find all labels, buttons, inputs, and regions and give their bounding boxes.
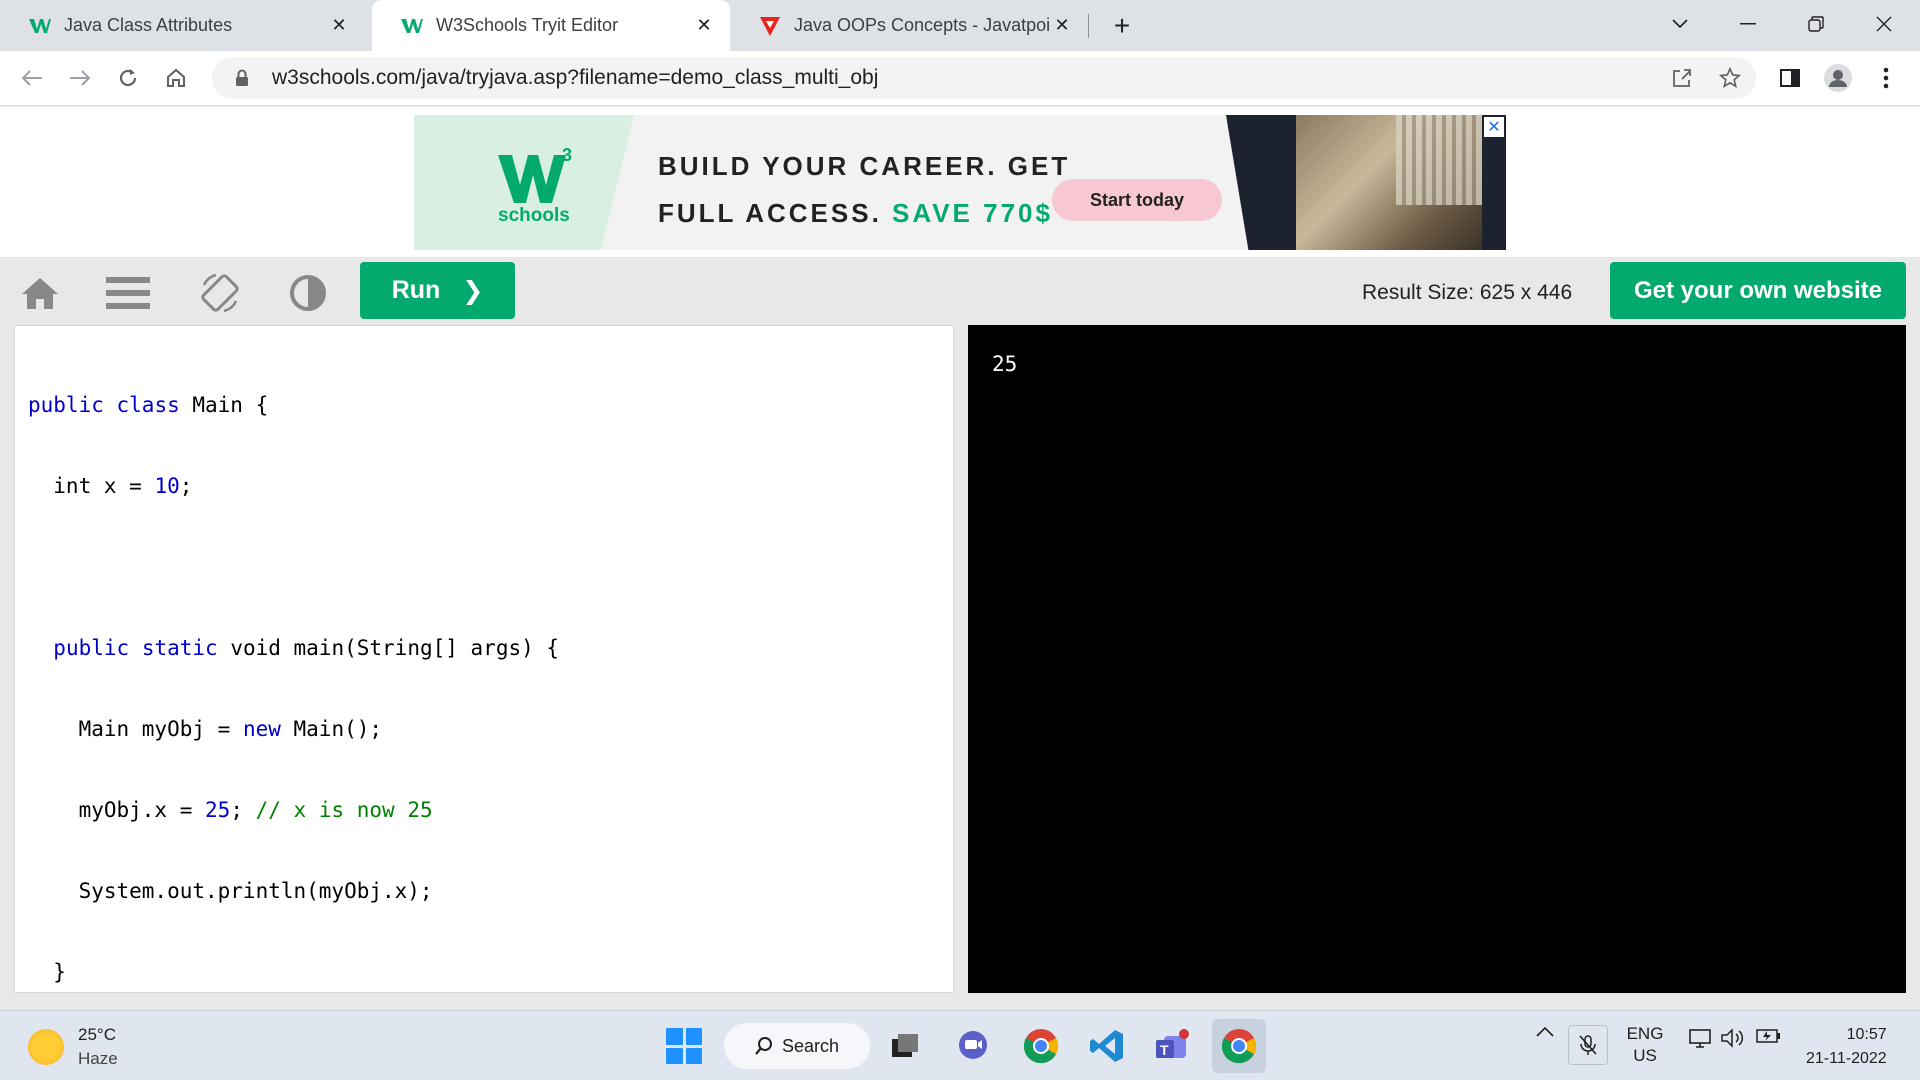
tab-strip: Java Class Attributes ✕ W3Schools Tryit … xyxy=(0,0,1920,51)
share-icon[interactable] xyxy=(1664,60,1700,96)
code-line-6: myObj.x = 25; // x is now 25 xyxy=(28,798,433,822)
mic-muted-icon[interactable] xyxy=(1568,1025,1608,1065)
tab-separator xyxy=(1088,14,1089,38)
clock-time: 10:57 xyxy=(1846,1026,1887,1043)
language-top: ENG xyxy=(1626,1024,1664,1043)
address-bar[interactable]: w3schools.com/java/tryjava.asp?filename=… xyxy=(212,57,1756,99)
tab-java-class-attributes[interactable]: Java Class Attributes ✕ xyxy=(0,0,365,51)
code-line-4: public static void main(String[] args) { xyxy=(53,636,560,660)
ad-close-icon[interactable]: ✕ xyxy=(1484,117,1504,137)
menu-icon[interactable] xyxy=(104,269,152,317)
tryit-toolbar: Run ❯ Result Size: 625 x 446 Get your ow… xyxy=(0,257,1920,325)
minimize-icon[interactable] xyxy=(1728,8,1768,40)
weather-condition: Haze xyxy=(78,1049,118,1068)
ad-save-text: SAVE 770$ xyxy=(892,198,1053,228)
tab-w3schools-tryit-editor[interactable]: W3Schools Tryit Editor ✕ xyxy=(372,0,730,51)
chrome-active-icon[interactable] xyxy=(1212,1019,1266,1073)
taskbar-search-button[interactable]: Search xyxy=(724,1023,870,1069)
get-your-own-website-button[interactable]: Get your own website xyxy=(1610,262,1906,319)
w3schools-icon xyxy=(28,14,52,38)
volume-icon[interactable] xyxy=(1718,1027,1748,1049)
svg-text:3: 3 xyxy=(562,145,572,165)
windows-taskbar: 25°C Haze Search T ENG US 10:57 21-11-20… xyxy=(0,1010,1920,1080)
new-tab-button[interactable]: + xyxy=(1106,10,1138,42)
chevron-right-icon: ❯ xyxy=(462,276,484,305)
back-icon[interactable] xyxy=(14,60,50,96)
windows-start-icon[interactable] xyxy=(666,1028,702,1064)
home-icon[interactable] xyxy=(16,269,64,317)
side-panel-icon[interactable] xyxy=(1772,60,1808,96)
run-button[interactable]: Run ❯ xyxy=(360,262,515,319)
tab-title: W3Schools Tryit Editor xyxy=(436,15,619,35)
ad-photo xyxy=(1226,115,1506,250)
battery-icon[interactable] xyxy=(1752,1027,1782,1045)
teams-icon[interactable]: T xyxy=(1152,1025,1194,1067)
code-editor[interactable]: public class Main { int x = 10; public s… xyxy=(14,325,954,1065)
code-line-1: public class Main { xyxy=(28,393,269,417)
network-icon[interactable] xyxy=(1686,1027,1716,1049)
language-bottom: US xyxy=(1633,1046,1657,1065)
home-icon[interactable] xyxy=(158,60,194,96)
tab-title: Java OOPs Concepts - Javatpoint xyxy=(794,15,1050,35)
code-line-7: System.out.println(myObj.x); xyxy=(28,879,433,903)
ad-strip: 3 schools BUILD YOUR CAREER. GET FULL AC… xyxy=(0,107,1920,257)
javatpoint-icon xyxy=(758,14,782,38)
run-label: Run xyxy=(391,276,441,304)
browser-toolbar: w3schools.com/java/tryjava.asp?filename=… xyxy=(0,51,1920,106)
search-icon xyxy=(755,1037,772,1055)
code-content[interactable]: public class Main { int x = 10; public s… xyxy=(28,338,953,1080)
ad-headline-2-prefix: FULL ACCESS. xyxy=(658,198,882,228)
browser-menu-icon[interactable] xyxy=(1868,60,1904,96)
close-icon[interactable]: ✕ xyxy=(1050,14,1074,38)
result-size-label: Result Size: 625 x 446 xyxy=(1362,281,1573,304)
tab-java-oops-concepts[interactable]: Java OOPs Concepts - Javatpoint ✕ xyxy=(730,0,1088,51)
sun-haze-icon xyxy=(28,1029,64,1065)
ad-headline-1: BUILD YOUR CAREER. GET xyxy=(658,151,1071,181)
weather-widget[interactable]: 25°C Haze xyxy=(28,1023,118,1071)
reload-icon[interactable] xyxy=(110,60,146,96)
svg-text:T: T xyxy=(1160,1042,1169,1058)
lock-icon[interactable] xyxy=(222,69,262,87)
restore-icon[interactable] xyxy=(1796,8,1836,40)
ad-logo-text: schools xyxy=(498,205,570,226)
vscode-icon[interactable] xyxy=(1086,1025,1128,1067)
url-text[interactable]: w3schools.com/java/tryjava.asp?filename=… xyxy=(272,66,878,90)
close-icon[interactable]: ✕ xyxy=(692,14,716,38)
ad-start-today-button[interactable]: Start today xyxy=(1052,179,1222,221)
ad-banner[interactable]: 3 schools BUILD YOUR CAREER. GET FULL AC… xyxy=(414,115,1506,250)
code-line-5: Main myObj = new Main(); xyxy=(28,717,383,741)
chevron-up-icon[interactable] xyxy=(1530,1027,1560,1037)
ad-headline-2: FULL ACCESS. SAVE 770$ xyxy=(658,198,1053,229)
forward-icon[interactable] xyxy=(62,60,98,96)
tab-title: Java Class Attributes xyxy=(64,15,233,35)
profile-avatar-icon[interactable] xyxy=(1820,60,1856,96)
clock-date: 21-11-2022 xyxy=(1806,1050,1887,1067)
code-line-2: int x = 10; xyxy=(28,474,193,498)
w3schools-icon xyxy=(400,14,424,38)
code-line-8: } xyxy=(28,960,66,984)
close-icon[interactable]: ✕ xyxy=(327,14,351,38)
chrome-icon[interactable] xyxy=(1020,1025,1062,1067)
search-label: Search xyxy=(782,1035,840,1056)
language-indicator[interactable]: ENG US xyxy=(1620,1023,1670,1067)
result-output: 25 xyxy=(992,352,1018,376)
window-close-icon[interactable] xyxy=(1864,8,1904,40)
system-clock[interactable]: 10:57 21-11-2022 xyxy=(1806,1023,1887,1071)
rotate-orientation-icon[interactable] xyxy=(196,269,244,317)
weather-temp: 25°C xyxy=(78,1025,116,1044)
tab-search-chevron-icon[interactable] xyxy=(1660,8,1700,40)
teams-chat-icon[interactable] xyxy=(952,1025,994,1067)
ad-photo-bookshelf xyxy=(1396,115,1482,205)
task-view-icon[interactable] xyxy=(884,1025,926,1067)
bookmark-star-icon[interactable] xyxy=(1712,60,1748,96)
result-pane: 25 xyxy=(968,325,1906,993)
contrast-icon[interactable] xyxy=(284,269,332,317)
